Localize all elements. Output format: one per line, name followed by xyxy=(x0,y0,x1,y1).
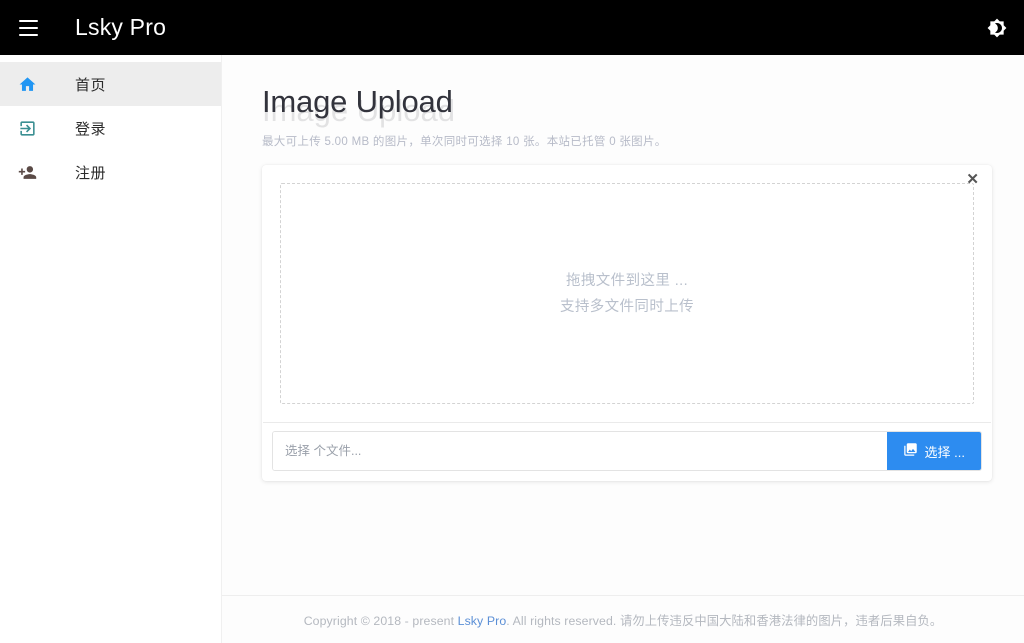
main-content: Image Upload Image Upload 最大可上传 5.00 MB … xyxy=(222,55,1024,643)
close-icon[interactable]: ✕ xyxy=(962,168,983,191)
brand-title[interactable]: Lsky Pro xyxy=(75,0,166,55)
image-stack-icon xyxy=(903,442,918,460)
sidebar-item-home[interactable]: 首页 xyxy=(0,62,221,106)
brightness-toggle-icon[interactable] xyxy=(969,0,1024,55)
file-path-input[interactable] xyxy=(273,432,887,470)
card-divider xyxy=(263,422,991,423)
footer-brand-link[interactable]: Lsky Pro xyxy=(458,614,507,628)
sidebar-item-label: 注册 xyxy=(75,162,106,183)
file-select-row: 选择 ... xyxy=(272,431,982,471)
sidebar-item-login[interactable]: 登录 xyxy=(0,106,221,150)
person-add-icon xyxy=(12,163,42,182)
page-header: Image Upload Image Upload 最大可上传 5.00 MB … xyxy=(222,55,1024,150)
person-add-glyph xyxy=(18,163,37,182)
image-stack-glyph xyxy=(903,442,918,457)
brightness-glyph xyxy=(987,18,1007,38)
page-title: Image Upload xyxy=(262,82,453,122)
dropzone-line-2: 支持多文件同时上传 xyxy=(560,294,694,320)
footer-prefix: Copyright © 2018 - present xyxy=(304,614,458,628)
hamburger-bar xyxy=(19,27,38,29)
upload-card: ✕ 拖拽文件到这里 ... 支持多文件同时上传 选择 ... xyxy=(262,165,992,481)
hamburger-bar xyxy=(19,34,38,36)
sidebar-item-label: 首页 xyxy=(75,74,106,95)
hamburger-menu-icon[interactable] xyxy=(0,0,56,55)
login-glyph xyxy=(18,119,37,138)
choose-file-button-label: 选择 ... xyxy=(925,442,965,461)
hamburger-bar xyxy=(19,20,38,22)
home-icon xyxy=(12,75,42,94)
upload-limits-description: 最大可上传 5.00 MB 的图片，单次同时可选择 10 张。本站已托管 0 张… xyxy=(262,133,1024,149)
login-icon xyxy=(12,119,42,138)
home-glyph xyxy=(18,75,37,94)
footer-suffix: . All rights reserved. 请勿上传违反中国大陆和香港法律的图… xyxy=(506,614,942,628)
sidebar-item-register[interactable]: 注册 xyxy=(0,150,221,194)
choose-file-button[interactable]: 选择 ... xyxy=(887,432,981,470)
sidebar: 首页 登录 注册 xyxy=(0,55,222,643)
dropzone-wrapper: 拖拽文件到这里 ... 支持多文件同时上传 xyxy=(262,165,992,422)
file-dropzone[interactable]: 拖拽文件到这里 ... 支持多文件同时上传 xyxy=(280,183,974,404)
top-navigation-bar: Lsky Pro xyxy=(0,0,1024,55)
sidebar-item-label: 登录 xyxy=(75,118,106,139)
footer-copyright: Copyright © 2018 - present Lsky Pro. All… xyxy=(304,611,943,629)
dropzone-line-1: 拖拽文件到这里 ... xyxy=(566,268,688,294)
footer: Copyright © 2018 - present Lsky Pro. All… xyxy=(222,595,1024,643)
